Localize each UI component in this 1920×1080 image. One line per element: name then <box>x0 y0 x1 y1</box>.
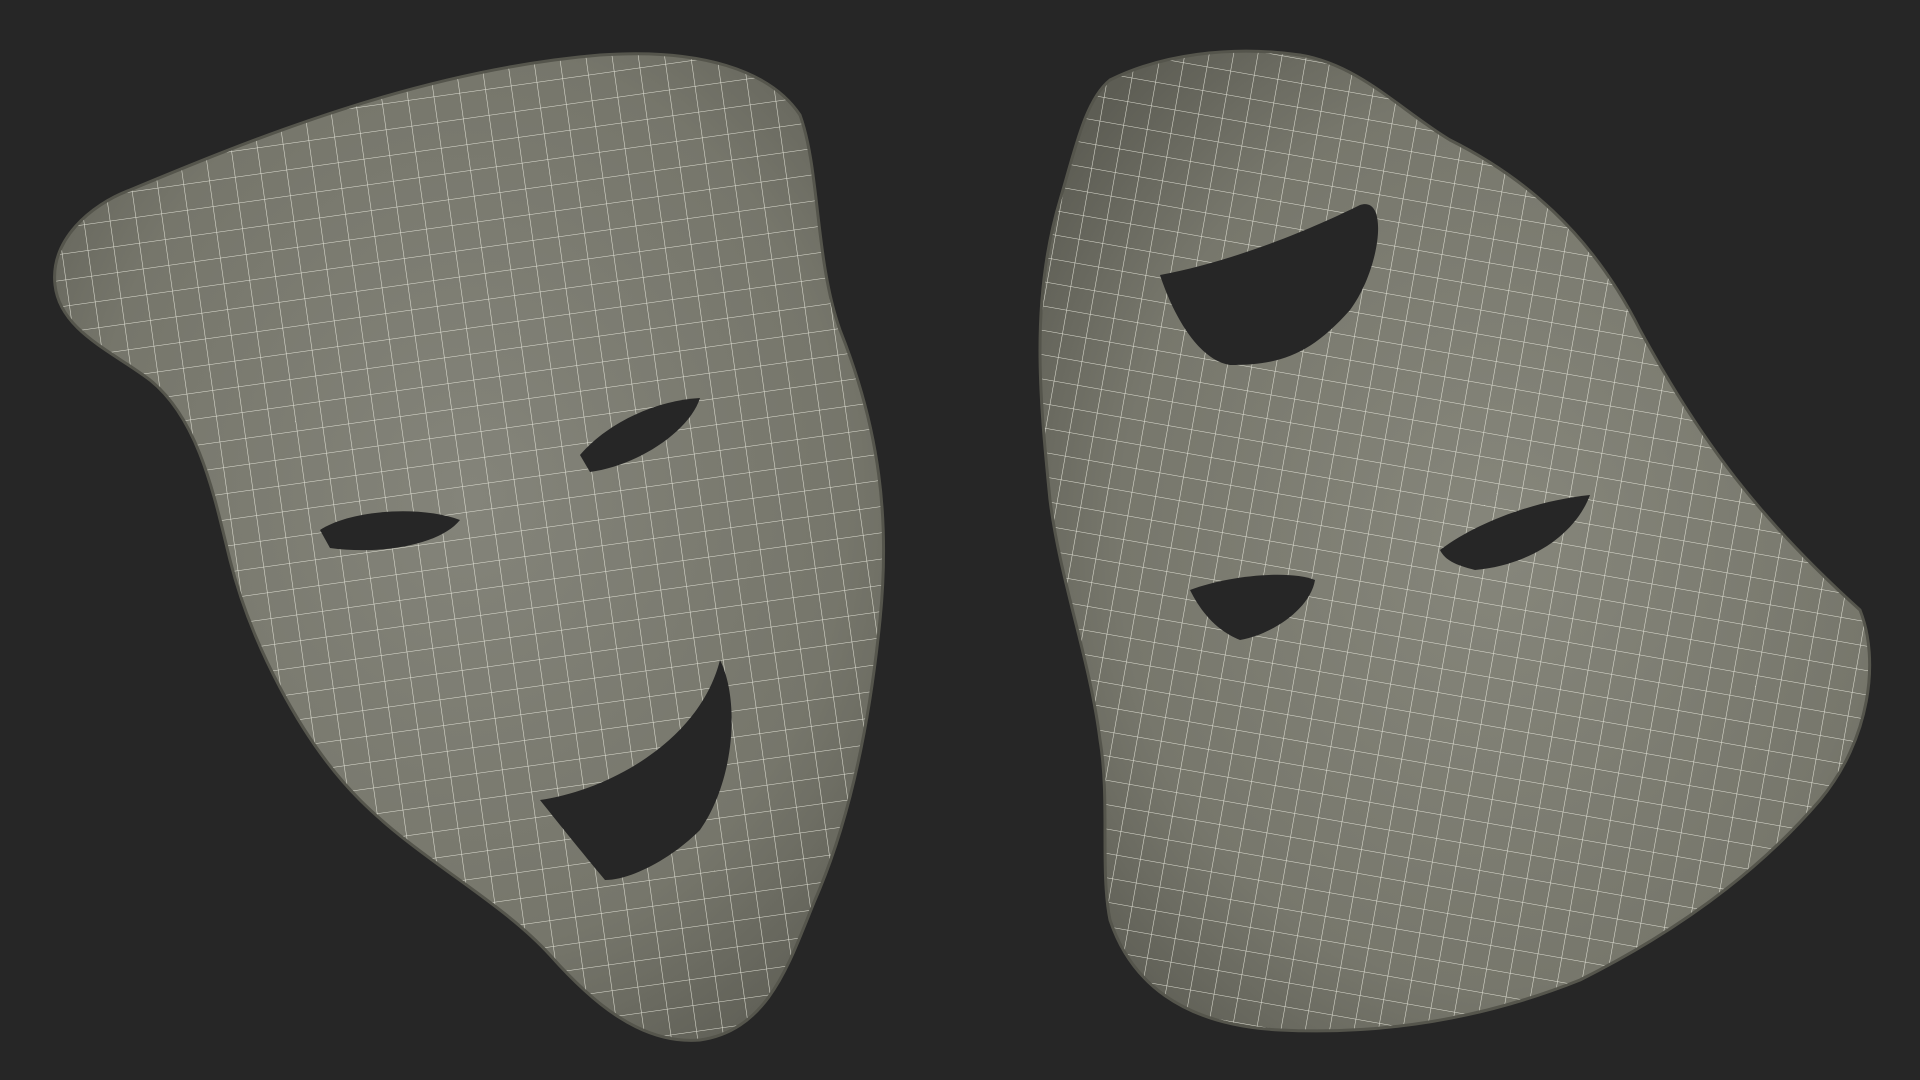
render-viewport <box>53 49 1872 1042</box>
tragedy-mask <box>1038 49 1872 1033</box>
comedy-mask <box>53 52 886 1042</box>
